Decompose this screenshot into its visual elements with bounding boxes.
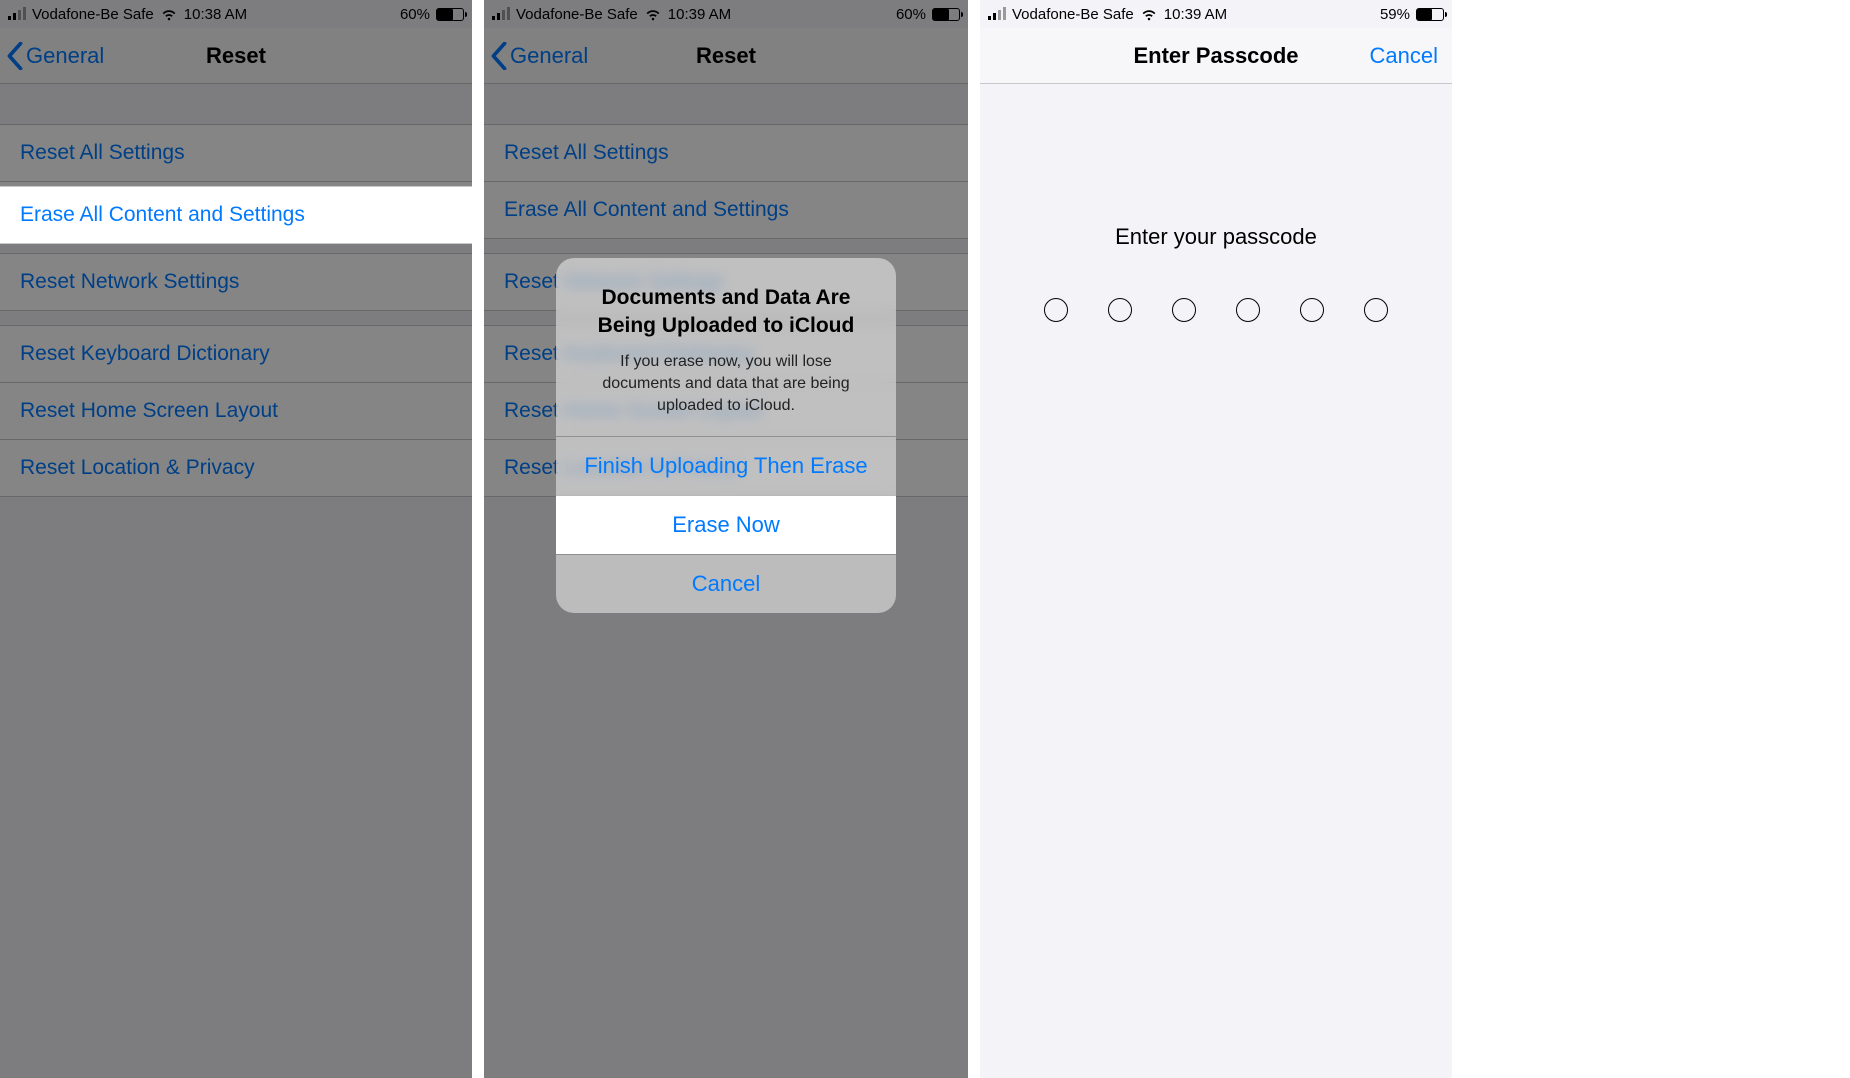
passcode-dot — [1364, 298, 1388, 322]
screen-passcode: Vodafone-Be Safe 10:39 AM 59% Enter Pass… — [980, 0, 1452, 1078]
reset-keyboard-cell[interactable]: Reset Keyboard Dictionary — [0, 326, 472, 383]
page-title: Reset — [206, 43, 266, 69]
cellular-signal-icon — [8, 8, 26, 20]
blank-fill — [1452, 0, 1850, 1078]
screen-reset-highlight: Vodafone-Be Safe 10:38 AM 60% General Re… — [0, 0, 472, 1078]
list-group: Reset All Settings Erase All Content and… — [484, 124, 968, 239]
battery-icon — [932, 8, 960, 21]
nav-bar: Enter Passcode Cancel — [980, 28, 1452, 84]
battery-icon — [436, 8, 464, 21]
battery-icon — [1416, 8, 1444, 21]
screen-reset-alert: Vodafone-Be Safe 10:39 AM 60% General Re… — [484, 0, 968, 1078]
nav-bar: General Reset — [484, 28, 968, 84]
clock-label: 10:39 AM — [668, 6, 731, 23]
passcode-dot — [1044, 298, 1068, 322]
passcode-dot — [1172, 298, 1196, 322]
wifi-icon — [644, 7, 662, 21]
alert-message: If you erase now, you will lose document… — [580, 351, 872, 418]
icloud-upload-alert: Documents and Data Are Being Uploaded to… — [556, 258, 896, 613]
status-bar: Vodafone-Be Safe 10:39 AM 59% — [980, 0, 1452, 28]
wifi-icon — [1140, 7, 1158, 21]
status-bar: Vodafone-Be Safe 10:38 AM 60% — [0, 0, 472, 28]
nav-bar: General Reset — [0, 28, 472, 84]
alert-title: Documents and Data Are Being Uploaded to… — [580, 284, 872, 341]
page-title: Reset — [696, 43, 756, 69]
reset-all-settings-cell[interactable]: Reset All Settings — [0, 125, 472, 182]
carrier-label: Vodafone-Be Safe — [516, 6, 638, 23]
battery-fill — [1417, 9, 1432, 20]
battery-fill — [933, 9, 949, 20]
back-button[interactable]: General — [6, 42, 104, 70]
clock-label: 10:38 AM — [184, 6, 247, 23]
cellular-signal-icon — [988, 8, 1006, 20]
erase-now-button[interactable]: Erase Now — [556, 495, 896, 554]
erase-all-content-cell-highlighted[interactable]: Erase All Content and Settings — [0, 186, 472, 244]
reset-all-settings-cell[interactable]: Reset All Settings — [484, 125, 968, 182]
passcode-prompt: Enter your passcode — [980, 224, 1452, 250]
page-title: Enter Passcode — [1133, 43, 1298, 69]
back-button[interactable]: General — [490, 42, 588, 70]
passcode-dot — [1108, 298, 1132, 322]
reset-homescreen-cell[interactable]: Reset Home Screen Layout — [0, 383, 472, 440]
list-group: Reset Keyboard Dictionary Reset Home Scr… — [0, 325, 472, 497]
cellular-signal-icon — [492, 8, 510, 20]
alert-cancel-button[interactable]: Cancel — [556, 554, 896, 613]
passcode-dot — [1300, 298, 1324, 322]
battery-percent-label: 59% — [1380, 6, 1410, 23]
battery-percent-label: 60% — [400, 6, 430, 23]
reset-location-cell[interactable]: Reset Location & Privacy — [0, 440, 472, 496]
carrier-label: Vodafone-Be Safe — [1012, 6, 1134, 23]
battery-percent-label: 60% — [896, 6, 926, 23]
back-label: General — [510, 43, 588, 69]
clock-label: 10:39 AM — [1164, 6, 1227, 23]
passcode-dot — [1236, 298, 1260, 322]
passcode-dots[interactable] — [980, 298, 1452, 322]
status-bar: Vodafone-Be Safe 10:39 AM 60% — [484, 0, 968, 28]
passcode-area: Enter your passcode — [980, 84, 1452, 322]
list-group: Reset Network Settings — [0, 253, 472, 311]
chevron-left-icon — [490, 42, 508, 70]
finish-uploading-button[interactable]: Finish Uploading Then Erase — [556, 436, 896, 495]
reset-network-cell[interactable]: Reset Network Settings — [0, 254, 472, 310]
wifi-icon — [160, 7, 178, 21]
chevron-left-icon — [6, 42, 24, 70]
battery-fill — [437, 9, 453, 20]
erase-all-content-cell[interactable]: Erase All Content and Settings — [484, 182, 968, 238]
back-label: General — [26, 43, 104, 69]
carrier-label: Vodafone-Be Safe — [32, 6, 154, 23]
cancel-button[interactable]: Cancel — [1370, 43, 1438, 69]
